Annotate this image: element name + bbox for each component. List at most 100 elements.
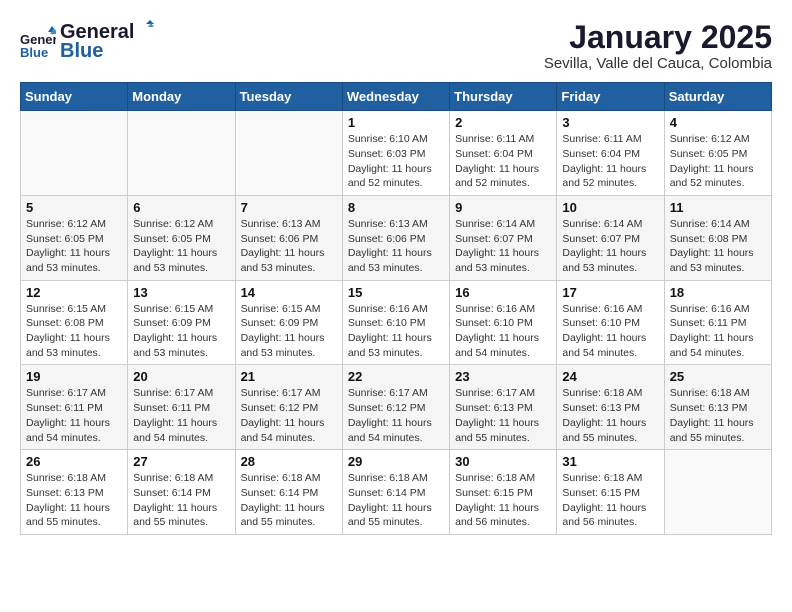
calendar-cell: 27 Sunrise: 6:18 AM Sunset: 6:14 PM Dayli… [128, 450, 235, 535]
day-info: Sunrise: 6:14 AM Sunset: 6:07 PM Dayligh… [562, 217, 658, 276]
day-number: 30 [455, 454, 551, 469]
day-info: Sunrise: 6:17 AM Sunset: 6:12 PM Dayligh… [241, 386, 337, 445]
day-number: 28 [241, 454, 337, 469]
svg-text:Blue: Blue [20, 45, 48, 60]
calendar-cell: 25 Sunrise: 6:18 AM Sunset: 6:13 PM Dayli… [664, 365, 771, 450]
calendar-header-row: SundayMondayTuesdayWednesdayThursdayFrid… [21, 83, 772, 111]
calendar-cell: 18Sunrise: 6:16 AM Sunset: 6:11 PM Dayli… [664, 280, 771, 365]
day-info: Sunrise: 6:10 AM Sunset: 6:03 PM Dayligh… [348, 132, 444, 191]
calendar-cell [664, 450, 771, 535]
day-info: Sunrise: 6:17 AM Sunset: 6:12 PM Dayligh… [348, 386, 444, 445]
day-info: Sunrise: 6:18 AM Sunset: 6:14 PM Dayligh… [241, 471, 337, 530]
day-number: 23 [455, 369, 551, 384]
day-number: 16 [455, 285, 551, 300]
calendar-cell: 22 Sunrise: 6:17 AM Sunset: 6:12 PM Dayli… [342, 365, 449, 450]
calendar-cell: 8 Sunrise: 6:13 AM Sunset: 6:06 PM Daylig… [342, 195, 449, 280]
day-number: 11 [670, 200, 766, 215]
calendar-cell: 28 Sunrise: 6:18 AM Sunset: 6:14 PM Dayli… [235, 450, 342, 535]
day-number: 31 [562, 454, 658, 469]
calendar-cell: 26 Sunrise: 6:18 AM Sunset: 6:13 PM Dayli… [21, 450, 128, 535]
title-block: January 2025 Sevilla, Valle del Cauca, C… [544, 20, 772, 72]
page-header: General Blue General Blue January 2025 S… [20, 20, 772, 72]
calendar-cell: 12 Sunrise: 6:15 AM Sunset: 6:08 PM Dayli… [21, 280, 128, 365]
day-info: Sunrise: 6:18 AM Sunset: 6:15 PM Dayligh… [562, 471, 658, 530]
day-number: 21 [241, 369, 337, 384]
day-info: Sunrise: 6:15 AM Sunset: 6:09 PM Dayligh… [241, 302, 337, 361]
day-info: Sunrise: 6:18 AM Sunset: 6:13 PM Dayligh… [562, 386, 658, 445]
calendar-cell: 30Sunrise: 6:18 AM Sunset: 6:15 PM Dayli… [450, 450, 557, 535]
day-number: 22 [348, 369, 444, 384]
header-sunday: Sunday [21, 83, 128, 111]
day-number: 20 [133, 369, 229, 384]
day-info: Sunrise: 6:16 AM Sunset: 6:10 PM Dayligh… [455, 302, 551, 361]
day-info: Sunrise: 6:16 AM Sunset: 6:10 PM Dayligh… [562, 302, 658, 361]
day-number: 19 [26, 369, 122, 384]
calendar-week-1: 1 Sunrise: 6:10 AM Sunset: 6:03 PM Daylig… [21, 111, 772, 196]
calendar-cell: 1 Sunrise: 6:10 AM Sunset: 6:03 PM Daylig… [342, 111, 449, 196]
calendar-cell: 11 Sunrise: 6:14 AM Sunset: 6:08 PM Dayli… [664, 195, 771, 280]
calendar-week-4: 19 Sunrise: 6:17 AM Sunset: 6:11 PM Dayli… [21, 365, 772, 450]
day-number: 17 [562, 285, 658, 300]
day-number: 10 [562, 200, 658, 215]
calendar-cell: 21 Sunrise: 6:17 AM Sunset: 6:12 PM Dayli… [235, 365, 342, 450]
header-wednesday: Wednesday [342, 83, 449, 111]
day-number: 12 [26, 285, 122, 300]
day-info: Sunrise: 6:13 AM Sunset: 6:06 PM Dayligh… [348, 217, 444, 276]
day-info: Sunrise: 6:16 AM Sunset: 6:10 PM Dayligh… [348, 302, 444, 361]
day-number: 14 [241, 285, 337, 300]
day-number: 2 [455, 115, 551, 130]
calendar-cell: 15 Sunrise: 6:16 AM Sunset: 6:10 PM Dayli… [342, 280, 449, 365]
logo: General Blue General Blue [20, 20, 156, 63]
day-info: Sunrise: 6:12 AM Sunset: 6:05 PM Dayligh… [670, 132, 766, 191]
day-info: Sunrise: 6:18 AM Sunset: 6:13 PM Dayligh… [26, 471, 122, 530]
logo-bird-icon [136, 20, 154, 38]
calendar-cell: 14 Sunrise: 6:15 AM Sunset: 6:09 PM Dayli… [235, 280, 342, 365]
day-info: Sunrise: 6:15 AM Sunset: 6:08 PM Dayligh… [26, 302, 122, 361]
day-number: 25 [670, 369, 766, 384]
day-number: 9 [455, 200, 551, 215]
calendar-week-5: 26 Sunrise: 6:18 AM Sunset: 6:13 PM Dayli… [21, 450, 772, 535]
day-info: Sunrise: 6:18 AM Sunset: 6:14 PM Dayligh… [133, 471, 229, 530]
day-info: Sunrise: 6:12 AM Sunset: 6:05 PM Dayligh… [26, 217, 122, 276]
calendar-cell: 31 Sunrise: 6:18 AM Sunset: 6:15 PM Dayli… [557, 450, 664, 535]
day-info: Sunrise: 6:15 AM Sunset: 6:09 PM Dayligh… [133, 302, 229, 361]
calendar-cell: 24 Sunrise: 6:18 AM Sunset: 6:13 PM Dayli… [557, 365, 664, 450]
day-number: 27 [133, 454, 229, 469]
day-number: 13 [133, 285, 229, 300]
day-number: 8 [348, 200, 444, 215]
day-info: Sunrise: 6:17 AM Sunset: 6:11 PM Dayligh… [133, 386, 229, 445]
calendar-cell: 5 Sunrise: 6:12 AM Sunset: 6:05 PM Daylig… [21, 195, 128, 280]
day-number: 1 [348, 115, 444, 130]
day-number: 24 [562, 369, 658, 384]
day-info: Sunrise: 6:17 AM Sunset: 6:11 PM Dayligh… [26, 386, 122, 445]
calendar-cell: 16 Sunrise: 6:16 AM Sunset: 6:10 PM Dayli… [450, 280, 557, 365]
calendar-cell: 7Sunrise: 6:13 AM Sunset: 6:06 PM Daylig… [235, 195, 342, 280]
calendar-cell [235, 111, 342, 196]
calendar-cell: 6Sunrise: 6:12 AM Sunset: 6:05 PM Daylig… [128, 195, 235, 280]
calendar-cell: 19 Sunrise: 6:17 AM Sunset: 6:11 PM Dayli… [21, 365, 128, 450]
day-info: Sunrise: 6:17 AM Sunset: 6:13 PM Dayligh… [455, 386, 551, 445]
day-number: 4 [670, 115, 766, 130]
header-monday: Monday [128, 83, 235, 111]
day-number: 26 [26, 454, 122, 469]
day-number: 29 [348, 454, 444, 469]
calendar-cell [21, 111, 128, 196]
day-number: 15 [348, 285, 444, 300]
logo-icon: General Blue [20, 24, 56, 60]
day-info: Sunrise: 6:12 AM Sunset: 6:05 PM Dayligh… [133, 217, 229, 276]
day-info: Sunrise: 6:18 AM Sunset: 6:13 PM Dayligh… [670, 386, 766, 445]
month-title: January 2025 [544, 20, 772, 55]
calendar-cell: 13 Sunrise: 6:15 AM Sunset: 6:09 PM Dayli… [128, 280, 235, 365]
day-info: Sunrise: 6:18 AM Sunset: 6:14 PM Dayligh… [348, 471, 444, 530]
day-number: 7 [241, 200, 337, 215]
header-tuesday: Tuesday [235, 83, 342, 111]
calendar-week-2: 5 Sunrise: 6:12 AM Sunset: 6:05 PM Daylig… [21, 195, 772, 280]
calendar-cell: 10 Sunrise: 6:14 AM Sunset: 6:07 PM Dayli… [557, 195, 664, 280]
calendar-cell: 2Sunrise: 6:11 AM Sunset: 6:04 PM Daylig… [450, 111, 557, 196]
calendar-cell: 29 Sunrise: 6:18 AM Sunset: 6:14 PM Dayli… [342, 450, 449, 535]
location-subtitle: Sevilla, Valle del Cauca, Colombia [544, 55, 772, 72]
header-saturday: Saturday [664, 83, 771, 111]
day-info: Sunrise: 6:14 AM Sunset: 6:08 PM Dayligh… [670, 217, 766, 276]
calendar-cell: 3Sunrise: 6:11 AM Sunset: 6:04 PM Daylig… [557, 111, 664, 196]
day-number: 5 [26, 200, 122, 215]
